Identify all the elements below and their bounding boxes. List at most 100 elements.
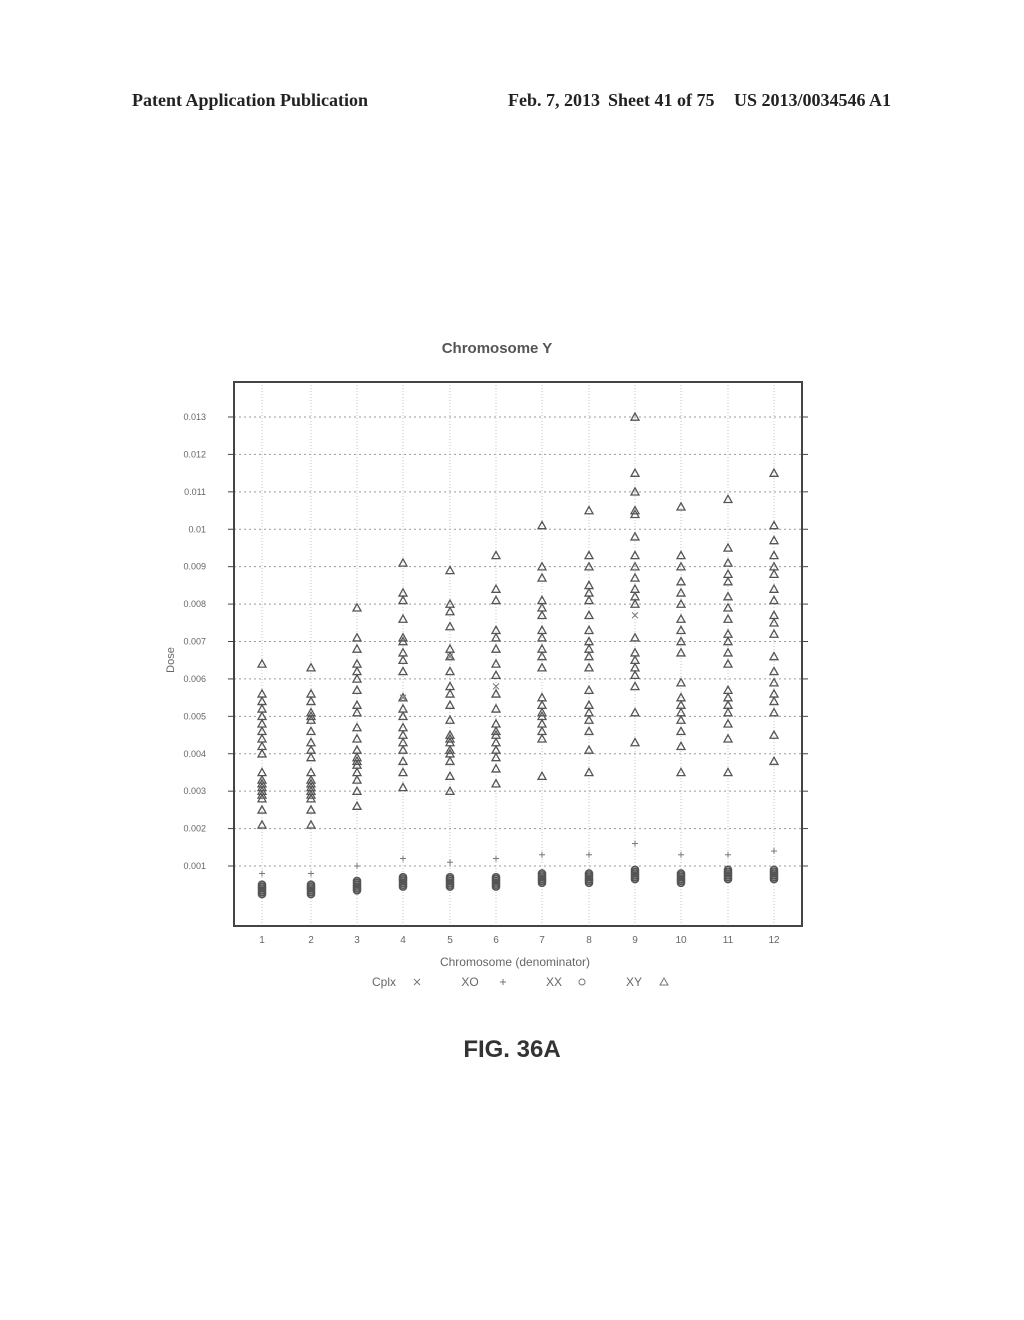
- point-xy: [722, 628, 734, 638]
- point-xy: [675, 714, 687, 724]
- point-xy: [490, 763, 502, 773]
- point-xy: [768, 595, 780, 605]
- point-xy: [768, 583, 780, 593]
- plot-frame: [233, 381, 803, 927]
- point-xy: [722, 699, 734, 709]
- x-tick-label: 3: [354, 935, 360, 946]
- point-xo: [771, 848, 777, 855]
- legend-label-xy: XY: [626, 975, 642, 989]
- x-tick-label: 9: [632, 935, 638, 946]
- point-xy: [490, 658, 502, 668]
- point-xy: [397, 703, 409, 713]
- point-xy: [583, 684, 595, 694]
- point-xy: [768, 568, 780, 578]
- point-xy: [490, 718, 502, 728]
- x-tick-label: 11: [723, 935, 734, 946]
- point-xy: [351, 684, 363, 694]
- point-xo: [678, 851, 684, 858]
- point-xy: [629, 654, 641, 665]
- y-tick-label: 0.009: [183, 562, 206, 572]
- point-xo: [308, 870, 314, 877]
- point-xy: [536, 718, 548, 728]
- y-tick-label: 0.013: [183, 412, 206, 422]
- point-xy: [490, 583, 502, 593]
- point-xy: [536, 733, 548, 743]
- point-xy: [722, 493, 734, 504]
- y-tick-label: 0.006: [183, 674, 206, 684]
- point-xy: [256, 703, 268, 713]
- point-xy: [351, 774, 363, 784]
- x-axis-label: Chromosome (denominator): [440, 955, 590, 969]
- point-xy: [583, 580, 595, 590]
- legend-label-cplx: Cplx: [372, 975, 396, 989]
- point-xo: [259, 870, 265, 877]
- x-tick-label: 4: [400, 935, 406, 946]
- x-tick-label: 8: [586, 935, 592, 946]
- point-xy: [256, 718, 268, 728]
- point-xy: [490, 550, 502, 560]
- x-tick-label: 7: [539, 935, 545, 946]
- y-tick-label: 0.005: [183, 711, 206, 721]
- y-tick-label: 0.012: [183, 449, 206, 459]
- point-xy: [722, 613, 734, 623]
- point-xy: [583, 744, 595, 754]
- x-tick-label: 12: [768, 935, 780, 946]
- point-xy: [490, 744, 502, 754]
- point-xy: [629, 583, 641, 593]
- point-xo: [354, 863, 360, 869]
- point-xy: [768, 535, 780, 545]
- point-xy: [351, 658, 363, 668]
- x-tick-label: 6: [493, 935, 499, 946]
- point-xy: [351, 744, 363, 754]
- y-tick-label: 0.011: [184, 487, 206, 497]
- axes: [228, 381, 808, 927]
- x-tick-label: 2: [308, 935, 314, 946]
- point-xy: [768, 609, 780, 620]
- y-tick-label: 0.01: [188, 524, 206, 534]
- point-xy: [722, 568, 734, 578]
- point-xy: [490, 643, 502, 653]
- point-xy: [351, 643, 363, 653]
- point-xy: [583, 643, 595, 653]
- point-xy: [397, 613, 409, 623]
- point-xy: [490, 624, 502, 635]
- point-xy: [583, 505, 595, 515]
- point-xy: [768, 729, 780, 739]
- point-xy: [583, 550, 595, 560]
- x-tick-label: 10: [675, 935, 687, 946]
- point-xy: [397, 595, 409, 605]
- point-xy: [256, 688, 268, 698]
- point-xy: [768, 550, 780, 560]
- point-xy: [256, 658, 268, 668]
- point-xy: [583, 714, 595, 724]
- point-xo: [725, 851, 731, 858]
- point-xy: [768, 688, 780, 698]
- point-xo: [539, 851, 545, 858]
- scatter-chart: 0.001 0.002 0.003 0.004 0.005 0.006 0.007 0.008…: [165, 340, 808, 989]
- point-xo: [400, 855, 406, 862]
- x-tick-label: 5: [447, 935, 453, 946]
- point-xy: [722, 718, 734, 728]
- point-xy: [536, 595, 548, 605]
- point-xy: [536, 624, 548, 635]
- grid: [234, 382, 802, 926]
- point-xy: [444, 714, 456, 724]
- y-tick-label: 0.007: [183, 637, 206, 647]
- point-xy: [305, 688, 317, 698]
- figure-label: FIG. 36A: [463, 1036, 561, 1063]
- point-xy: [397, 729, 409, 739]
- point-xy: [444, 699, 456, 709]
- point-xy: [490, 778, 502, 788]
- point-xy: [629, 550, 641, 560]
- point-xy: [490, 703, 502, 713]
- point-xy: [351, 699, 363, 709]
- point-xy: [675, 550, 687, 560]
- point-xo: [632, 840, 638, 847]
- point-xy: [490, 595, 502, 605]
- point-xy: [722, 733, 734, 743]
- y-tick-label: 0.008: [183, 599, 206, 609]
- point-xy: [583, 595, 595, 605]
- legend-label-xo: XO: [461, 975, 478, 989]
- point-xy: [583, 609, 595, 620]
- point-xy: [722, 658, 734, 668]
